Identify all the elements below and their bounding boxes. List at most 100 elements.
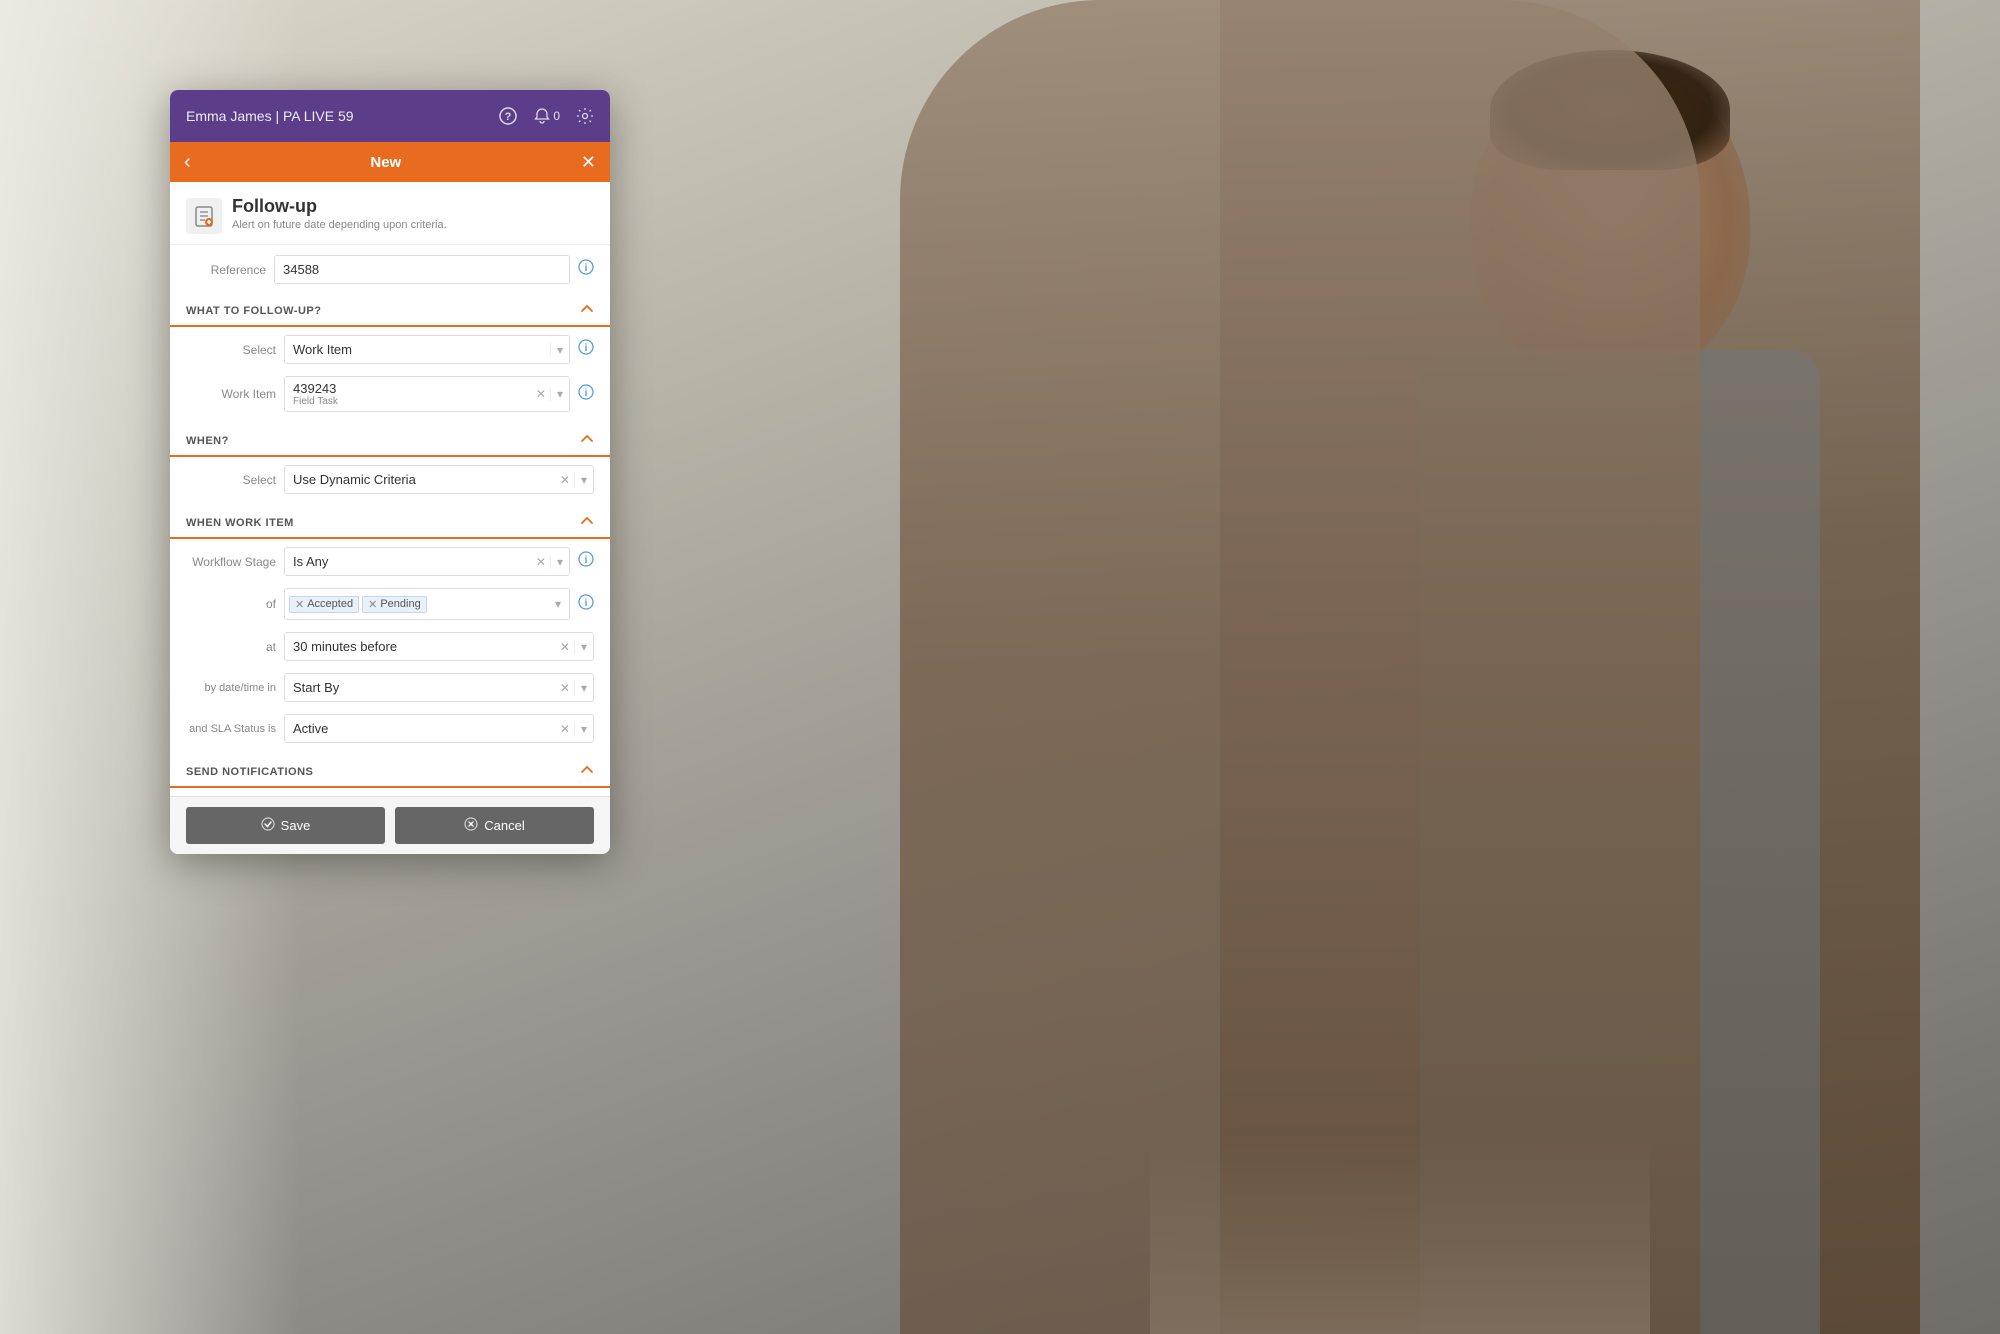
sla-status-dropdown-btn[interactable]: ▾ — [574, 722, 593, 736]
work-item-value: 439243 Field Task — [285, 377, 532, 411]
at-value[interactable]: 30 minutes before — [285, 633, 556, 660]
work-item-label: Work Item — [186, 387, 276, 401]
reference-info-icon[interactable]: i — [578, 259, 594, 280]
svg-text:i: i — [585, 388, 588, 399]
by-datetime-dropdown-btn[interactable]: ▾ — [574, 681, 593, 695]
tag-accepted-label: Accepted — [307, 598, 353, 610]
modal-subheader: ‹ New ✕ — [170, 142, 610, 182]
select-info-icon[interactable]: i — [578, 339, 594, 360]
tag-pending-label: Pending — [380, 598, 420, 610]
work-item-dropdown-btn[interactable]: ▾ — [550, 387, 569, 401]
when-select-input-wrap: Use Dynamic Criteria ✕ ▾ — [284, 465, 594, 494]
at-label: at — [186, 640, 276, 654]
at-input-wrap: 30 minutes before ✕ ▾ — [284, 632, 594, 661]
modal-header: Emma James | PA LIVE 59 ? 0 — [170, 90, 610, 142]
workflow-stage-input-wrap: Is Any ✕ ▾ — [284, 547, 570, 576]
gear-icon[interactable] — [576, 107, 594, 125]
svg-text:i: i — [585, 598, 588, 609]
of-info-icon[interactable]: i — [578, 594, 594, 615]
send-notif-section-header: SEND NOTIFICATIONS — [170, 755, 610, 788]
select-value[interactable]: Work Item — [285, 336, 550, 363]
by-datetime-input-wrap: Start By ✕ ▾ — [284, 673, 594, 702]
cancel-button[interactable]: Cancel — [395, 807, 594, 844]
reference-label: Reference — [186, 263, 266, 277]
what-section-header: WHAT TO FOLLOW-UP? — [170, 294, 610, 327]
when-select-field: Select Use Dynamic Criteria ✕ ▾ — [170, 459, 610, 500]
save-button[interactable]: Save — [186, 807, 385, 844]
when-wi-section-header: WHEN WORK ITEM — [170, 506, 610, 539]
when-section-header: WHEN? — [170, 424, 610, 457]
workflow-stage-info-icon[interactable]: i — [578, 551, 594, 572]
by-datetime-value[interactable]: Start By — [285, 674, 556, 701]
back-button[interactable]: ‹ — [184, 151, 191, 174]
header-user-label: Emma James | PA LIVE 59 — [186, 108, 354, 124]
sla-status-field: and SLA Status is Active ✕ ▾ — [170, 708, 610, 749]
when-section-title: WHEN? — [186, 435, 229, 447]
of-label: of — [186, 597, 276, 611]
svg-text:i: i — [585, 263, 588, 274]
sla-status-clear-btn[interactable]: ✕ — [556, 722, 574, 736]
at-dropdown-btn[interactable]: ▾ — [574, 640, 593, 654]
help-icon[interactable]: ? — [499, 107, 517, 125]
work-item-field: Work Item 439243 Field Task ✕ ▾ i — [170, 370, 610, 418]
reference-row: Reference i — [170, 245, 610, 294]
send-notif-toggle[interactable] — [580, 763, 594, 780]
workflow-stage-value[interactable]: Is Any — [285, 548, 532, 575]
select-field: Select Work Item ▾ i — [170, 329, 610, 370]
what-section-toggle[interactable] — [580, 302, 594, 319]
of-tags-dropdown[interactable]: ▾ — [551, 597, 565, 611]
cancel-label: Cancel — [484, 818, 524, 833]
sla-status-value[interactable]: Active — [285, 715, 556, 742]
select-label: Select — [186, 343, 276, 357]
by-datetime-clear-btn[interactable]: ✕ — [556, 681, 574, 695]
workflow-stage-label: Workflow Stage — [186, 555, 276, 569]
at-clear-btn[interactable]: ✕ — [556, 640, 574, 654]
form-title-text: Follow-up Alert on future date depending… — [232, 196, 447, 231]
of-tags-wrap[interactable]: ✕ Accepted ✕ Pending ▾ — [284, 588, 570, 620]
cancel-icon — [464, 817, 478, 834]
work-item-clear-btn[interactable]: ✕ — [532, 387, 550, 401]
header-icons: ? 0 — [499, 107, 594, 125]
bell-icon[interactable]: 0 — [533, 107, 560, 125]
when-select-dropdown-btn[interactable]: ▾ — [574, 473, 593, 487]
workflow-stage-clear-btn[interactable]: ✕ — [532, 555, 550, 569]
what-section-title: WHAT TO FOLLOW-UP? — [186, 305, 321, 317]
sla-status-label: and SLA Status is — [186, 723, 276, 735]
select-input-wrap: Work Item ▾ — [284, 335, 570, 364]
svg-text:?: ? — [505, 111, 512, 123]
tag-pending: ✕ Pending — [362, 596, 427, 613]
user-label-text: Emma James | PA LIVE 59 — [186, 108, 354, 124]
tag-accepted: ✕ Accepted — [289, 596, 359, 613]
form-title-area: Follow-up Alert on future date depending… — [170, 182, 610, 245]
svg-text:i: i — [585, 555, 588, 566]
when-select-clear-btn[interactable]: ✕ — [556, 473, 574, 487]
subheader-title: New — [370, 154, 401, 171]
when-select-value[interactable]: Use Dynamic Criteria — [285, 466, 556, 493]
sla-status-input-wrap: Active ✕ ▾ — [284, 714, 594, 743]
at-field: at 30 minutes before ✕ ▾ — [170, 626, 610, 667]
save-icon — [261, 817, 275, 834]
when-select-label: Select — [186, 473, 276, 487]
modal-body: Follow-up Alert on future date depending… — [170, 182, 610, 796]
of-field: of ✕ Accepted ✕ Pending ▾ i — [170, 582, 610, 626]
form-title: Follow-up — [232, 196, 447, 217]
reference-input[interactable] — [274, 255, 570, 284]
select-dropdown-btn[interactable]: ▾ — [550, 343, 569, 357]
svg-text:i: i — [585, 343, 588, 354]
work-item-input-wrap[interactable]: 439243 Field Task ✕ ▾ — [284, 376, 570, 412]
tag-pending-remove[interactable]: ✕ — [368, 598, 377, 611]
save-label: Save — [281, 818, 311, 833]
workflow-stage-dropdown-btn[interactable]: ▾ — [550, 555, 569, 569]
work-item-info-icon[interactable]: i — [578, 384, 594, 405]
workflow-stage-field: Workflow Stage Is Any ✕ ▾ i — [170, 541, 610, 582]
by-datetime-label: by date/time in — [186, 682, 276, 694]
form-icon — [186, 198, 222, 234]
when-section-toggle[interactable] — [580, 432, 594, 449]
modal-footer: Save Cancel — [170, 796, 610, 854]
tag-accepted-remove[interactable]: ✕ — [295, 598, 304, 611]
by-datetime-field: by date/time in Start By ✕ ▾ — [170, 667, 610, 708]
when-wi-section-toggle[interactable] — [580, 514, 594, 531]
modal-dialog: Emma James | PA LIVE 59 ? 0 — [170, 90, 610, 854]
when-wi-section-title: WHEN WORK ITEM — [186, 517, 294, 529]
close-button[interactable]: ✕ — [581, 152, 596, 173]
